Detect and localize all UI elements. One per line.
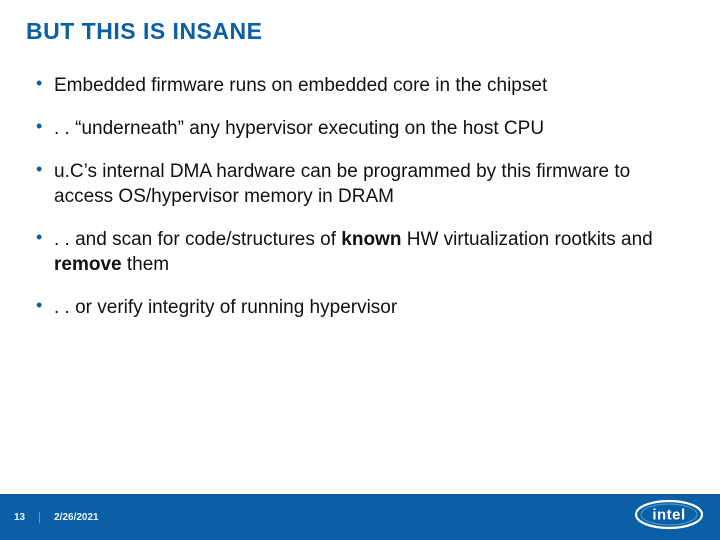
list-item: u.C’s internal DMA hardware can be progr…	[32, 159, 680, 209]
bullet-bold: known	[341, 229, 401, 250]
slide: BUT THIS IS INSANE Embedded firmware run…	[0, 0, 720, 540]
bullet-bold: remove	[54, 254, 122, 275]
bullet-text: u.C’s internal DMA hardware can be progr…	[54, 161, 630, 207]
bullet-text: HW virtualization rootkits and	[401, 229, 652, 250]
bullet-text: Embedded firmware runs on embedded core …	[54, 75, 547, 96]
page-number: 13	[14, 512, 40, 523]
footer-date: 2/26/2021	[40, 512, 99, 523]
list-item: . . “underneath” any hypervisor executin…	[32, 116, 680, 141]
list-item: . . or verify integrity of running hyper…	[32, 295, 680, 320]
bullet-text: . . and scan for code/structures of	[54, 229, 341, 250]
slide-title: BUT THIS IS INSANE	[0, 0, 720, 55]
list-item: Embedded firmware runs on embedded core …	[32, 73, 680, 98]
slide-body: Embedded firmware runs on embedded core …	[0, 55, 720, 494]
svg-text:intel: intel	[652, 507, 685, 524]
bullet-text: . . “underneath” any hypervisor executin…	[54, 118, 544, 139]
bullet-text: them	[122, 254, 170, 275]
footer-bar: 13 2/26/2021 intel	[0, 494, 720, 540]
intel-logo-icon: intel	[634, 499, 704, 536]
bullet-text: . . or verify integrity of running hyper…	[54, 297, 397, 318]
list-item: . . and scan for code/structures of know…	[32, 227, 680, 277]
bullet-list: Embedded firmware runs on embedded core …	[32, 73, 680, 321]
